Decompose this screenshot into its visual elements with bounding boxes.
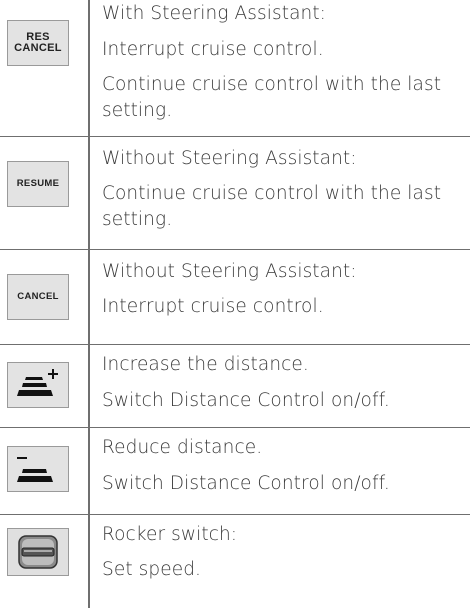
- resume-button-icon: RESUME: [7, 161, 69, 207]
- row-line: setting.: [102, 209, 173, 230]
- icon-label: CANCEL: [14, 42, 62, 54]
- row-line: Switch Distance Control on/off.: [102, 473, 390, 494]
- column-divider: [88, 345, 90, 427]
- controls-table: RES CANCEL With Steering Assistant: Inte…: [0, 0, 470, 608]
- icon-label: RESUME: [16, 178, 60, 189]
- row-line: Switch Distance Control on/off.: [102, 390, 390, 411]
- reduce-distance-glyph: [17, 457, 53, 482]
- rocker-switch-icon: [7, 528, 69, 576]
- table-row: Rocker switch: Set speed.: [0, 515, 470, 608]
- column-divider: [88, 515, 90, 608]
- row-line: Without Steering Assistant:: [102, 261, 357, 282]
- column-divider: [88, 250, 90, 344]
- column-divider: [88, 428, 90, 514]
- row-line: Set speed.: [102, 559, 202, 580]
- row-line: Rocker switch:: [102, 524, 238, 545]
- column-divider: [88, 137, 90, 249]
- row-line: setting.: [102, 100, 173, 121]
- row-line: Continue cruise control with the last: [102, 74, 442, 95]
- table-row: Increase the distance. Switch Distance C…: [0, 345, 470, 428]
- row-line: Continue cruise control with the last: [102, 183, 442, 204]
- cancel-button-icon: CANCEL: [7, 274, 69, 320]
- table-row: RES CANCEL With Steering Assistant: Inte…: [0, 0, 470, 137]
- row-line: Interrupt cruise control.: [102, 39, 324, 60]
- increase-distance-icon: [7, 362, 69, 408]
- row-line: Reduce distance.: [102, 437, 263, 458]
- table-row: CANCEL Without Steering Assistant: Inter…: [0, 250, 470, 345]
- column-divider: [88, 0, 90, 136]
- res-cancel-button-icon: RES CANCEL: [7, 20, 69, 66]
- rocker-switch-glyph: [18, 535, 58, 569]
- table-row: RESUME Without Steering Assistant: Conti…: [0, 137, 470, 250]
- table-row: Reduce distance. Switch Distance Control…: [0, 428, 470, 515]
- icon-label: CANCEL: [17, 291, 59, 302]
- reduce-distance-icon: [7, 446, 69, 492]
- increase-distance-glyph: [17, 369, 58, 396]
- row-line: Without Steering Assistant:: [102, 148, 357, 169]
- row-line: With Steering Assistant:: [102, 3, 327, 24]
- row-line: Interrupt cruise control.: [102, 296, 324, 317]
- row-line: Increase the distance.: [102, 354, 309, 375]
